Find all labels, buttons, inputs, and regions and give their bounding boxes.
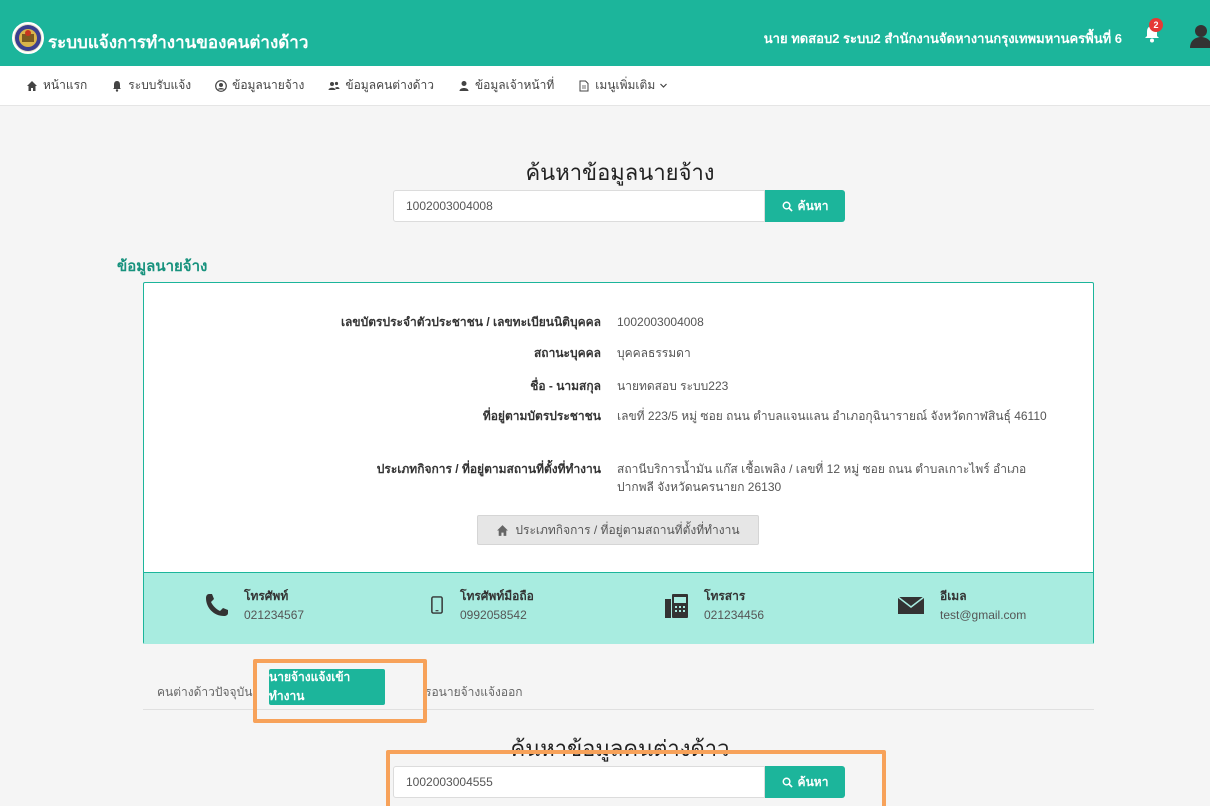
contact-fax: โทรสาร 021234456 [662, 587, 764, 622]
contact-label: โทรศัพท์ [244, 589, 289, 603]
envelope-icon [897, 595, 925, 614]
alien-search-button[interactable]: ค้นหา [765, 766, 845, 798]
info-value: บุคคลธรรมดา [617, 346, 691, 360]
contact-label: โทรศัพท์มือถือ [460, 589, 534, 603]
tab-pending-leave[interactable]: รอนายจ้างแจ้งออก [425, 683, 523, 702]
employer-search-button[interactable]: ค้นหา [765, 190, 845, 222]
nav-aliens[interactable]: ข้อมูลคนต่างด้าว [328, 76, 434, 95]
nav-employer-label: ข้อมูลนายจ้าง [232, 78, 305, 92]
alien-search-box: ค้นหา [393, 766, 845, 798]
info-row-status: สถานะบุคคล บุคคลธรรมดา [144, 344, 1095, 363]
contact-label: โทรสาร [704, 589, 746, 603]
bell-icon [113, 80, 122, 92]
info-row-business: ประเภทกิจการ / ที่อยู่ตามสถานที่ตั้งที่ท… [144, 460, 1095, 496]
nav-more-label: เมนูเพิ่มเติม [595, 78, 656, 92]
nav-more[interactable]: เมนูเพิ่มเติม [578, 76, 673, 95]
info-label: ชื่อ - นามสกุล [530, 379, 601, 393]
home-icon [497, 524, 509, 536]
info-value: สถานีบริการน้ำมัน แก๊ส เชื้อเพลิง / เลขท… [617, 462, 1027, 494]
user-circle-icon [215, 79, 228, 92]
business-address-button-label: ประเภทกิจการ / ที่อยู่ตามสถานที่ตั้งที่ท… [515, 522, 740, 537]
contact-bar: โทรศัพท์ 021234567 โทรศัพท์มือถือ 099205… [144, 572, 1093, 644]
contact-value: 0992058542 [460, 608, 527, 622]
user-icon [459, 80, 469, 91]
phone-icon [206, 593, 228, 616]
nav-notifications-label: ระบบรับแจ้ง [128, 78, 192, 92]
contact-label: อีเมล [940, 589, 967, 603]
nav-officers-label: ข้อมูลเจ้าหน้าที่ [474, 78, 555, 92]
nav-employer[interactable]: ข้อมูลนายจ้าง [215, 76, 304, 95]
alien-search-input[interactable] [393, 766, 765, 798]
info-value: นายทดสอบ ระบบ223 [617, 379, 729, 393]
file-icon [579, 80, 589, 91]
info-label: ที่อยู่ตามบัตรประชาชน [482, 409, 601, 423]
info-label: เลขบัตรประจำตัวประชาชน / เลขทะเบียนนิติบ… [340, 315, 601, 329]
contact-value: test@gmail.com [940, 608, 1027, 622]
employer-search-input[interactable] [393, 190, 765, 222]
contact-value: 021234456 [704, 608, 765, 622]
info-value: เลขที่ 223/5 หมู่ ซอย ถนน ตำบลแจนแลน อำเ… [617, 409, 1047, 423]
chevron-down-icon [660, 83, 668, 88]
search-icon [782, 201, 793, 212]
main-nav: หน้าแรก ระบบรับแจ้ง ข้อมูลนายจ้าง ข้อมูล… [0, 66, 1210, 106]
alien-tabs: คนต่างด้าวปัจจุบัน นายจ้างแจ้งเข้าทำงาน … [143, 660, 1094, 710]
info-value: 1002003004008 [617, 315, 704, 329]
contact-email: อีเมล test@gmail.com [894, 587, 1026, 622]
info-label: ประเภทกิจการ / ที่อยู่ตามสถานที่ตั้งที่ท… [376, 462, 601, 476]
info-row-name: ชื่อ - นามสกุล นายทดสอบ ระบบ223 [144, 377, 1095, 396]
tab-current-aliens[interactable]: คนต่างด้าวปัจจุบัน [157, 683, 252, 702]
logo[interactable] [12, 22, 44, 54]
nav-notifications[interactable]: ระบบรับแจ้ง [111, 76, 191, 95]
top-bar: ระบบแจ้งการทำงานของคนต่างด้าว นาย ทดสอบ2… [0, 0, 1210, 66]
notification-badge: 2 [1149, 18, 1163, 32]
fax-icon [665, 593, 688, 618]
user-info: นาย ทดสอบ2 ระบบ2 สำนักงานจัดหางานกรุงเทพ… [763, 31, 1122, 46]
employer-search-button-label: ค้นหา [797, 198, 829, 213]
nav-home-label: หน้าแรก [43, 78, 88, 92]
app-title[interactable]: ระบบแจ้งการทำงานของคนต่างด้าว [48, 29, 308, 56]
user-avatar-icon[interactable] [1188, 22, 1210, 48]
info-row-id: เลขบัตรประจำตัวประชาชน / เลขทะเบียนนิติบ… [144, 313, 1095, 332]
employer-card: เลขบัตรประจำตัวประชาชน / เลขทะเบียนนิติบ… [143, 282, 1094, 644]
nav-aliens-label: ข้อมูลคนต่างด้าว [345, 78, 434, 92]
employer-search-box: ค้นหา [393, 190, 845, 222]
employer-section-title: ข้อมูลนายจ้าง [117, 258, 208, 275]
mobile-icon [431, 595, 443, 614]
contact-value: 021234567 [244, 608, 305, 622]
contact-phone: โทรศัพท์ 021234567 [202, 587, 304, 622]
alien-search-title: ค้นหาข้อมูลคนต่างด้าว [510, 736, 730, 761]
info-label: สถานะบุคคล [533, 346, 601, 360]
home-icon [27, 80, 37, 91]
business-address-button[interactable]: ประเภทกิจการ / ที่อยู่ตามสถานที่ตั้งที่ท… [477, 515, 759, 545]
emblem-icon [15, 25, 41, 51]
employer-search-title: ค้นหาข้อมูลนายจ้าง [525, 160, 715, 185]
info-row-address: ที่อยู่ตามบัตรประชาชน เลขที่ 223/5 หมู่ … [144, 407, 1095, 426]
tab-employer-notify-start[interactable]: นายจ้างแจ้งเข้าทำงาน [269, 669, 385, 705]
nav-home[interactable]: หน้าแรก [26, 76, 87, 95]
nav-officers[interactable]: ข้อมูลเจ้าหน้าที่ [458, 76, 554, 95]
search-icon [782, 777, 793, 788]
users-icon [328, 81, 340, 90]
alien-search-button-label: ค้นหา [797, 774, 829, 789]
contact-mobile: โทรศัพท์มือถือ 0992058542 [426, 587, 534, 622]
